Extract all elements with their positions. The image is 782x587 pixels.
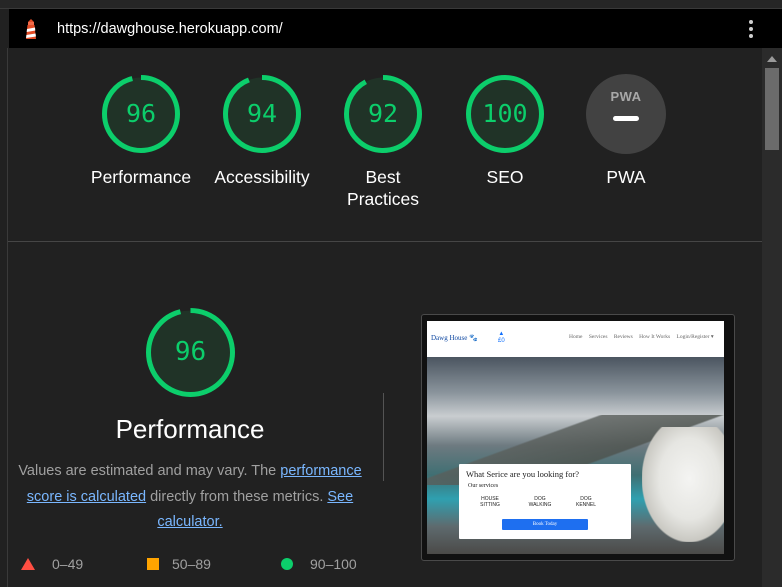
service-dog-kennel: DOG KENNEL <box>575 496 596 508</box>
gauge-seo[interactable]: 100 SEO <box>450 74 560 188</box>
gauge-score: 94 <box>246 99 278 128</box>
description-text: Values are estimated and may vary. The <box>18 463 281 479</box>
paw-icon: 🐾 <box>469 334 478 342</box>
service-house-sitting: HOUSE SITTING <box>480 496 500 508</box>
performance-title: Performance <box>115 414 265 444</box>
scrollbar[interactable] <box>762 48 782 587</box>
nav-link: Login/Register ▾ <box>676 334 714 340</box>
service-card: What Serice are you looking for? Our ser… <box>459 464 631 539</box>
book-today-button: Book Today <box>502 519 588 530</box>
cart-count: £0 <box>498 338 505 344</box>
lighthouse-icon <box>23 18 39 40</box>
pwa-badge-text: PWA <box>610 89 642 104</box>
gauge-label: Accessibility <box>214 167 310 187</box>
nav-link: Home <box>569 334 583 340</box>
final-screenshot[interactable]: Dawg House 🐾 ▲ £0 Home Services Reviews H… <box>427 321 724 554</box>
performance-score: 96 <box>174 337 207 367</box>
gauge-ring: 94 <box>222 74 302 154</box>
dog-shape <box>642 427 724 542</box>
gauge-ring: 92 <box>343 74 423 154</box>
legend-average: 50–89 <box>147 556 211 572</box>
legend-range: 0–49 <box>52 556 84 572</box>
scrollbar-thumb[interactable] <box>765 68 779 150</box>
site-brand: Dawg House 🐾 <box>431 334 478 342</box>
cart-icon: ▲ £0 <box>498 331 505 344</box>
service-dog-walking: DOG WALKING <box>528 496 552 508</box>
vertical-divider <box>383 393 384 481</box>
report-url[interactable]: https://dawghouse.herokuapp.com/ <box>57 21 283 37</box>
gauge-ring: 100 <box>465 74 545 154</box>
gauge-score: 92 <box>367 99 399 128</box>
gauge-label: Performance <box>90 167 192 187</box>
site-navbar: Dawg House 🐾 ▲ £0 Home Services Reviews H… <box>427 321 724 357</box>
section-divider <box>8 241 762 242</box>
scroll-up-arrow-icon[interactable] <box>767 56 777 62</box>
nav-link: Reviews <box>613 334 633 340</box>
gauge-score: 96 <box>125 99 157 128</box>
gauge-best-practices[interactable]: 92 Best Practices <box>328 74 438 210</box>
legend-fail: 0–49 <box>21 556 83 572</box>
legend-range: 50–89 <box>172 556 211 572</box>
brand-text: Dawg House <box>431 334 468 342</box>
site-nav-links: Home Services Reviews How It Works Login… <box>569 334 719 340</box>
gauge-performance[interactable]: 96 Performance <box>86 74 196 188</box>
average-square-icon <box>147 558 159 570</box>
performance-gauge: 96 <box>145 307 236 398</box>
service-question: What Serice are you looking for? <box>466 469 580 479</box>
pwa-badge: PWA <box>586 74 666 154</box>
gauge-accessibility[interactable]: 94 Accessibility <box>207 74 317 188</box>
gauge-pwa[interactable]: PWA PWA <box>571 74 681 188</box>
hero-image: What Serice are you looking for? Our ser… <box>427 357 724 554</box>
gauge-label: PWA <box>606 167 646 187</box>
browser-top-strip <box>0 0 782 9</box>
gauge-ring: 96 <box>101 74 181 154</box>
gauge-label: Best Practices <box>347 167 419 209</box>
pass-circle-icon <box>281 558 293 570</box>
gauge-label: SEO <box>486 167 524 187</box>
nav-link: Services <box>588 334 608 340</box>
our-services-label: Our services <box>468 483 499 489</box>
fail-triangle-icon <box>21 558 35 570</box>
description-text: directly from these metrics. <box>146 488 328 505</box>
more-vert-icon[interactable] <box>744 18 758 40</box>
legend-pass: 90–100 <box>281 556 357 572</box>
gauge-score: 100 <box>482 99 528 128</box>
nav-link: How It Works <box>639 334 671 340</box>
legend-range: 90–100 <box>310 556 357 572</box>
report-url-bar: https://dawghouse.herokuapp.com/ <box>9 9 782 48</box>
performance-description: Values are estimated and may vary. The p… <box>15 459 365 536</box>
